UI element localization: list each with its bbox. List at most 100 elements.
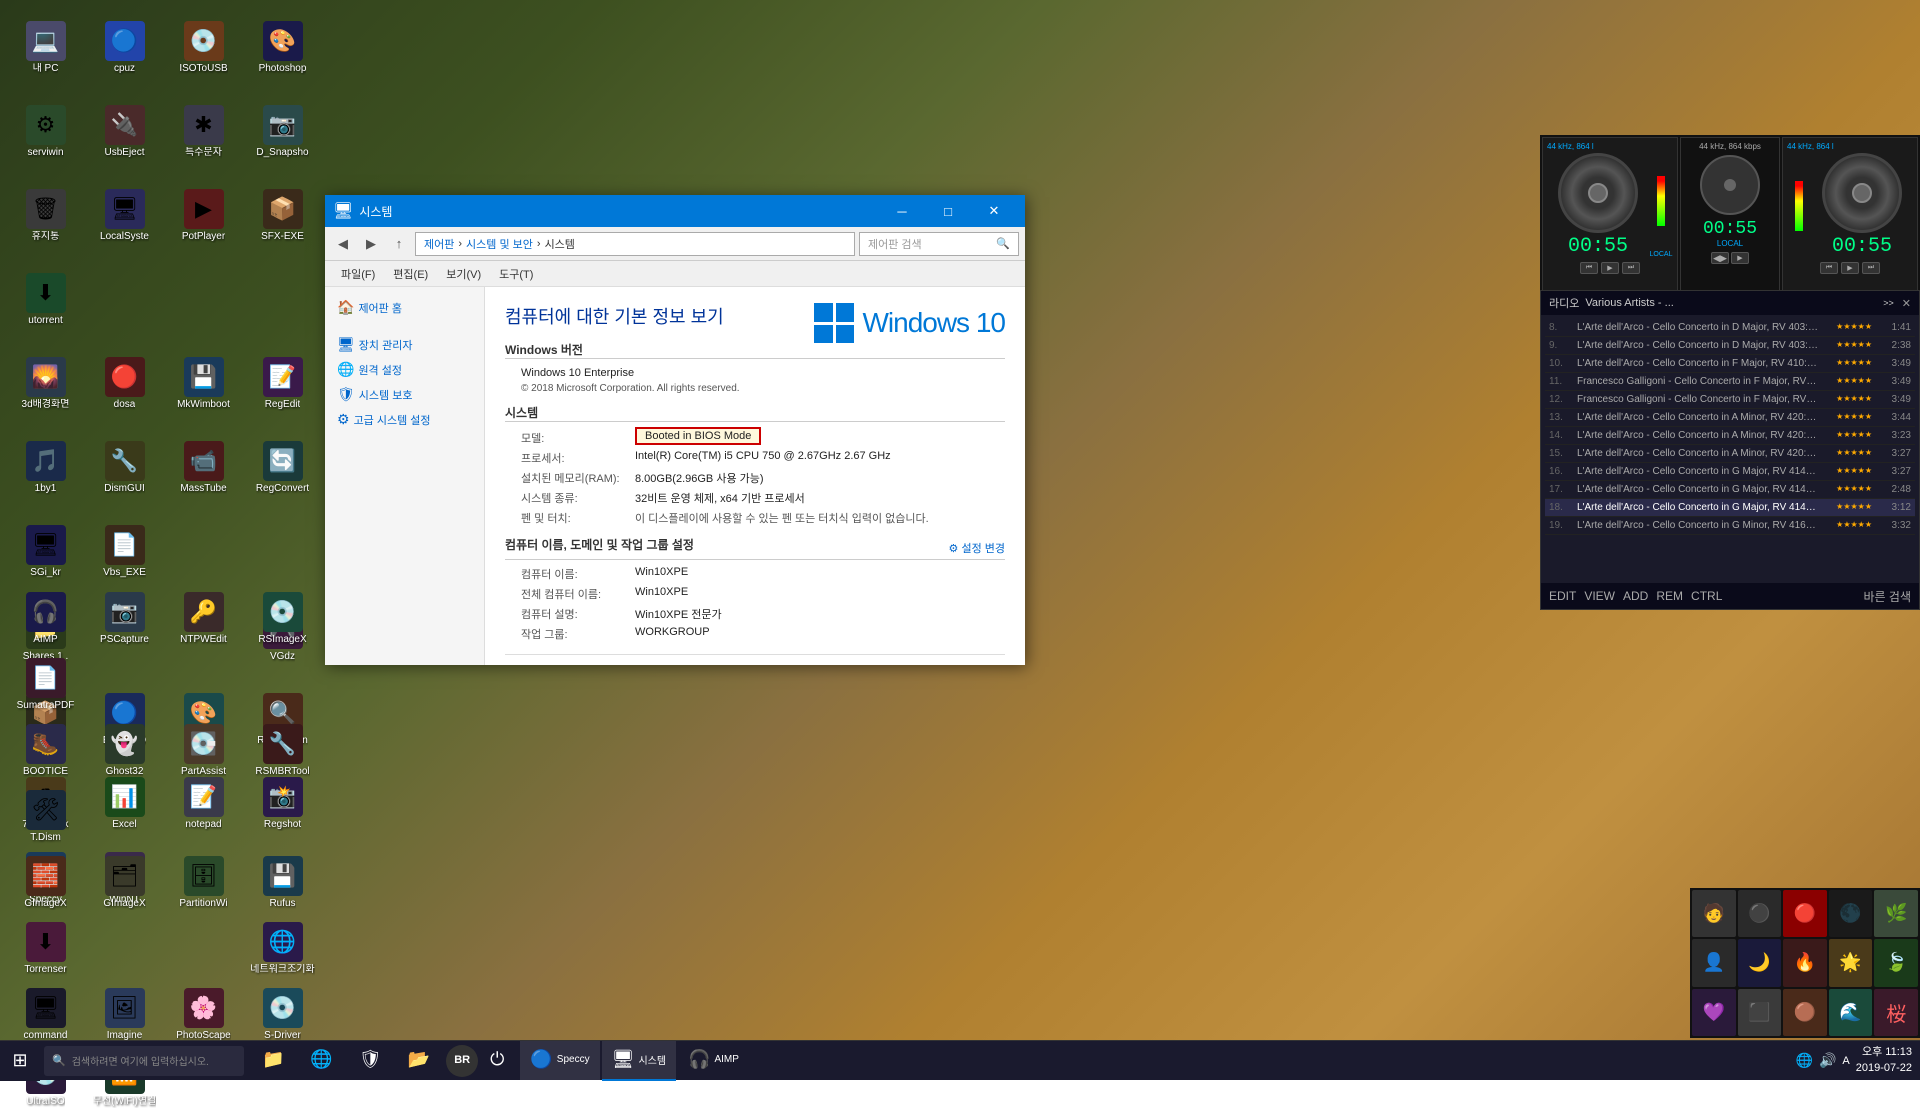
icon-mkwimboot[interactable]: 💾 MkWimboot: [166, 344, 241, 424]
avatar-1[interactable]: 🧑: [1692, 890, 1736, 937]
icon-my-pc[interactable]: 💻 내 PC: [8, 8, 83, 88]
avatar-2[interactable]: ⚫: [1738, 890, 1782, 937]
dj-btn-back[interactable]: ⏮: [1580, 262, 1598, 274]
icon-rsmbrtool[interactable]: 🔧 RSMBRTool: [245, 720, 320, 782]
avatar-10[interactable]: 🍃: [1874, 939, 1918, 986]
taskbar-search-box[interactable]: 🔍 검색하려면 여기에 입력하십시오.: [44, 1046, 244, 1076]
dj-btn3-back[interactable]: ⏮: [1820, 262, 1838, 274]
taskbar-aimp[interactable]: 🎧 AIMP: [678, 1041, 749, 1081]
dj-platter-1[interactable]: [1558, 153, 1638, 233]
icon-serviwin[interactable]: ⚙ serviwin: [8, 92, 83, 172]
icon-photoscape[interactable]: 🌸 PhotoScape: [166, 984, 241, 1046]
icon-localsystem[interactable]: 🖥 LocalSyste: [87, 176, 162, 256]
icon-gimagex[interactable]: 🗂 GImageX: [87, 852, 162, 914]
dj-center-btn1[interactable]: ◀▶: [1711, 252, 1729, 264]
icon-potplayer[interactable]: ▶ PotPlayer: [166, 176, 241, 256]
sidebar-device-manager[interactable]: 🖥 장치 관리자: [329, 332, 480, 357]
sidebar-remote-settings[interactable]: 🌐 원격 설정: [329, 357, 480, 382]
search-box[interactable]: 제어판 검색 🔍: [859, 232, 1019, 256]
icon-pscapture[interactable]: 📷 PSCapture: [87, 588, 162, 650]
icon-regedit[interactable]: 📝 RegEdit: [245, 344, 320, 424]
tray-clock[interactable]: 오후 11:13 2019-07-22: [1856, 1045, 1912, 1076]
icon-dismgui[interactable]: 🔧 DismGUI: [87, 428, 162, 508]
dj-btn-play[interactable]: ▶: [1601, 262, 1619, 274]
forward-button[interactable]: ▶: [359, 232, 383, 256]
tray-volume-icon[interactable]: 🔊: [1819, 1052, 1836, 1069]
icon-regconvert[interactable]: 🔄 RegConvert: [245, 428, 320, 508]
icon-rsimgex[interactable]: 💿 RSImageX: [245, 588, 320, 650]
music-track-item[interactable]: 16. L'Arte dell'Arco - Cello Concerto in…: [1545, 463, 1915, 481]
icon-utorrent[interactable]: ⬇ utorrent: [8, 260, 83, 340]
icon-usbeject[interactable]: 🔌 UsbEject: [87, 92, 162, 172]
icon-network[interactable]: 🌐 네트워크조기화: [245, 918, 320, 980]
icon-ghost32[interactable]: 👻 Ghost32: [87, 720, 162, 782]
icon-rufus[interactable]: 💾 Rufus: [245, 852, 320, 914]
icon-torrenser[interactable]: ⬇ Torrenser: [8, 918, 83, 980]
icon-sumatrapdf[interactable]: 📄 SumatraPDF: [8, 654, 83, 716]
icon-aimp[interactable]: 🎧 AIMP: [8, 588, 83, 650]
icon-partassist[interactable]: 💽 PartAssist: [166, 720, 241, 782]
avatar-6[interactable]: 👤: [1692, 939, 1736, 986]
music-track-item[interactable]: 15. L'Arte dell'Arco - Cello Concerto in…: [1545, 445, 1915, 463]
icon-masstube[interactable]: 📹 MassTube: [166, 428, 241, 508]
icon-imagine[interactable]: 🖼 Imagine: [87, 984, 162, 1046]
dj-btn-forward[interactable]: ⏭: [1622, 262, 1640, 274]
icon-partitionwi[interactable]: 🗄 PartitionWi: [166, 852, 241, 914]
dj-center-btn2[interactable]: ▶: [1731, 252, 1749, 264]
sidebar-system-protection[interactable]: 🛡 시스템 보호: [329, 382, 480, 407]
icon-dosa[interactable]: 🔴 dosa: [87, 344, 162, 424]
icon-1by1[interactable]: 🎵 1by1: [8, 428, 83, 508]
back-button[interactable]: ◀: [331, 232, 355, 256]
avatar-cherry[interactable]: 桜: [1874, 989, 1918, 1036]
taskbar-power[interactable]: ⏻: [480, 1041, 518, 1081]
icon-photoshop[interactable]: 🎨 Photoshop: [245, 8, 320, 88]
mp-sort-btn[interactable]: 바른 검색: [1864, 588, 1912, 605]
music-track-item[interactable]: 17. L'Arte dell'Arco - Cello Concerto in…: [1545, 481, 1915, 499]
close-button[interactable]: ✕: [971, 195, 1017, 227]
minimize-button[interactable]: ─: [879, 195, 925, 227]
taskbar-shield[interactable]: 🛡: [349, 1041, 396, 1081]
icon-3d-wallpaper[interactable]: 🌄 3d배경화면: [8, 344, 83, 424]
mp-ctrl-btn[interactable]: CTRL: [1691, 589, 1722, 603]
taskbar-explorer[interactable]: 📁: [252, 1041, 298, 1081]
taskbar-ie[interactable]: 🌐: [300, 1041, 346, 1081]
taskbar-speccy[interactable]: 🔵 Speccy: [520, 1041, 599, 1081]
dj-btn3-play[interactable]: ▶: [1841, 262, 1859, 274]
dj-btn3-forward[interactable]: ⏭: [1862, 262, 1880, 274]
icon-cpuz[interactable]: 🔵 cpuz: [87, 8, 162, 88]
mp-add-btn[interactable]: ADD: [1623, 589, 1648, 603]
music-track-item[interactable]: 9. L'Arte dell'Arco - Cello Concerto in …: [1545, 337, 1915, 355]
avatar-12[interactable]: ⬛: [1738, 989, 1782, 1036]
menu-file[interactable]: 파일(F): [333, 264, 383, 284]
music-track-item[interactable]: 18. L'Arte dell'Arco - Cello Concerto in…: [1545, 499, 1915, 517]
tray-ime-icon[interactable]: A: [1842, 1055, 1849, 1067]
tray-network-icon[interactable]: 🌐: [1796, 1052, 1813, 1069]
taskbar-br[interactable]: BR: [446, 1045, 478, 1077]
sidebar-controlpanel-home[interactable]: 🏠 제어판 홈: [329, 295, 480, 320]
avatar-9[interactable]: 🌟: [1829, 939, 1873, 986]
menu-edit[interactable]: 편집(E): [385, 264, 436, 284]
icon-sfx-exe[interactable]: 📦 SFX-EXE: [245, 176, 320, 256]
icon-s-driver[interactable]: 💿 S-Driver: [245, 984, 320, 1046]
mp-edit-btn[interactable]: EDIT: [1549, 589, 1576, 603]
music-track-item[interactable]: 8. L'Arte dell'Arco - Cello Concerto in …: [1545, 319, 1915, 337]
icon-bootice[interactable]: 🥾 BOOTICE: [8, 720, 83, 782]
menu-view[interactable]: 보기(V): [438, 264, 489, 284]
start-button[interactable]: ⊞: [0, 1041, 40, 1081]
dj-master-knob[interactable]: [1700, 155, 1760, 215]
icon-trash[interactable]: 🗑 휴지통: [8, 176, 83, 256]
avatar-4[interactable]: 🌑: [1829, 890, 1873, 937]
icon-tdism[interactable]: 🛠 T.Dism: [8, 786, 83, 848]
icon-ntpwedit[interactable]: 🔑 NTPWEdit: [166, 588, 241, 650]
music-track-item[interactable]: 13. L'Arte dell'Arco - Cello Concerto in…: [1545, 409, 1915, 427]
music-panel-close-button[interactable]: ✕: [1902, 297, 1911, 310]
icon-command[interactable]: 🖥 command: [8, 984, 83, 1046]
music-track-item[interactable]: 19. L'Arte dell'Arco - Cello Concerto in…: [1545, 517, 1915, 535]
taskbar-folder[interactable]: 📂: [398, 1041, 444, 1081]
sidebar-advanced-settings[interactable]: ⚙ 고급 시스템 설정: [329, 407, 480, 432]
menu-tools[interactable]: 도구(T): [491, 264, 541, 284]
change-settings-link[interactable]: ⚙ 설정 변경: [949, 540, 1005, 556]
up-button[interactable]: ↑: [387, 232, 411, 256]
avatar-8[interactable]: 🔥: [1783, 939, 1827, 986]
avatar-5[interactable]: 🌿: [1874, 890, 1918, 937]
